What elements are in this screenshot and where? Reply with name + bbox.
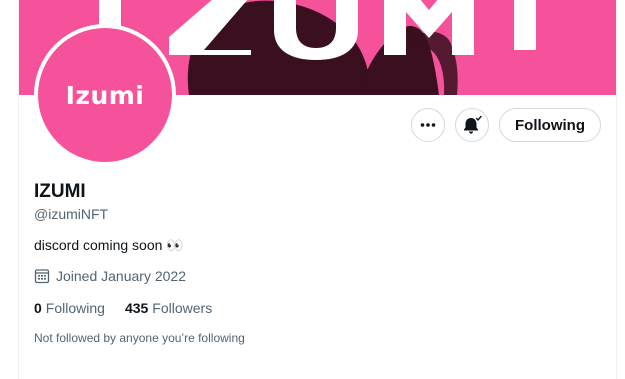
- followers-label: Followers: [152, 300, 213, 316]
- profile-bio: discord coming soon 👀: [34, 237, 184, 253]
- more-options-button[interactable]: [411, 108, 445, 142]
- avatar-logo-text: Izumi: [65, 80, 145, 110]
- following-label: Following: [45, 300, 105, 316]
- bell-subscribed-icon: [464, 115, 482, 134]
- following-button[interactable]: Following: [499, 108, 601, 142]
- column-border-right: [616, 0, 617, 379]
- avatar-image: Izumi: [38, 28, 172, 162]
- notifications-toggle-button[interactable]: [455, 108, 489, 142]
- followers-count-link[interactable]: 435 Followers: [125, 300, 212, 316]
- profile-avatar[interactable]: Izumi: [34, 24, 176, 166]
- follow-stats: 0 Following 435 Followers: [34, 300, 212, 316]
- following-count-link[interactable]: 0 Following: [34, 300, 105, 316]
- following-count: 0: [34, 300, 42, 316]
- display-name: IZUMI: [34, 181, 86, 202]
- joined-date: Joined January 2022: [34, 268, 186, 284]
- followers-count: 435: [124, 300, 149, 316]
- joined-date-label: Joined January 2022: [56, 268, 186, 284]
- profile-page: Izumi Following IZUMI @izumiNFT discord …: [0, 0, 625, 379]
- not-followed-notice: Not followed by anyone you’re following: [34, 331, 245, 345]
- calendar-icon: [34, 269, 50, 284]
- user-handle: @izumiNFT: [34, 206, 109, 222]
- more-horizontal-icon: [420, 123, 436, 127]
